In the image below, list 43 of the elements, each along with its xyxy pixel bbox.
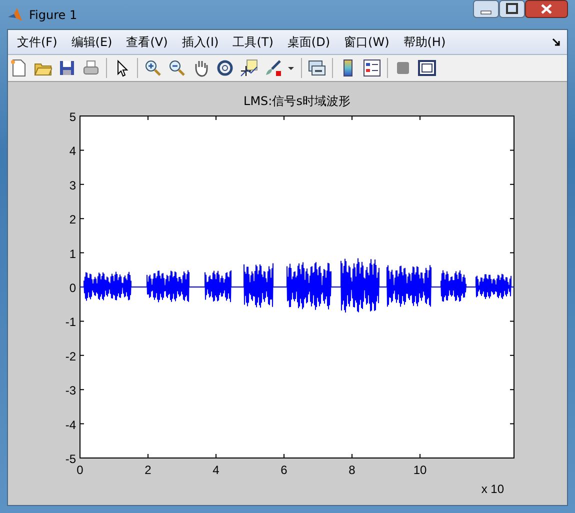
new-file-icon[interactable] [10,59,28,77]
tick-label: 6 [280,463,288,477]
tick-label: 5 [69,110,76,124]
tick-label: 2 [69,212,76,227]
minimize-icon[interactable] [473,0,499,18]
plot-title: LMS:信号s时域波形 [244,94,350,108]
data-cursor-icon[interactable] [240,59,258,77]
tick-label: 2 [144,463,152,477]
close-icon[interactable] [525,0,568,18]
zoom-out-icon[interactable] [168,59,186,77]
tick-label: 3 [69,178,76,192]
menu-item[interactable]: 桌面(D) [282,34,340,50]
menu-item[interactable]: 窗口(W) [339,34,398,50]
tick-label: 0 [69,281,76,295]
print-icon[interactable] [82,59,100,77]
menu-item[interactable]: 查看(V) [121,34,177,50]
app-logo-icon [7,6,23,22]
tick-label: -1 [65,315,76,330]
tick-label: 10 [413,463,427,477]
menu-item[interactable]: 帮助(H) [398,34,455,50]
tick-label: -4 [65,418,76,432]
window-icon[interactable] [418,59,436,77]
legend-icon[interactable] [363,59,381,77]
tick-label: 4 [69,144,76,158]
tick-label: 0 [76,463,84,477]
save-icon[interactable] [58,59,76,77]
brush-icon[interactable] [264,59,282,77]
tick-label: -2 [65,349,76,364]
maximize-icon[interactable] [499,0,525,18]
tick-label: 4 [212,463,220,477]
axis-multiplier: x 10 [481,482,504,496]
menu-item[interactable]: 编辑(E) [66,34,122,50]
tick-label: -3 [65,384,76,398]
square-icon[interactable] [394,59,412,77]
window-title: Figure 1 [29,8,78,22]
menu-item[interactable]: 插入(I) [176,34,228,50]
tick-label: 1 [69,246,76,261]
menu-item[interactable]: 文件(F) [12,34,66,50]
dock-arrow-icon[interactable] [552,38,561,46]
tick-label: 8 [348,463,356,477]
tick-label: -5 [65,452,76,466]
menu-item[interactable]: 工具(T) [228,34,282,50]
zoom-in-icon[interactable] [144,59,162,77]
